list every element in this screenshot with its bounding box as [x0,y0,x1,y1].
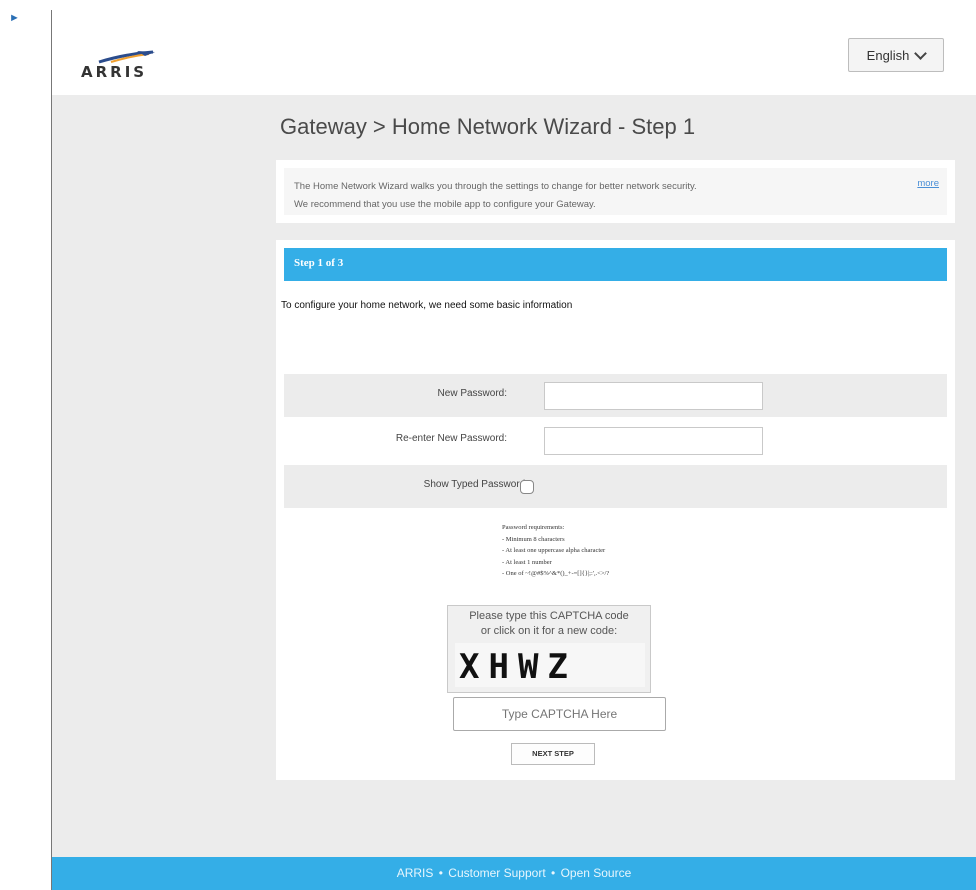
requirement-item: - At least one uppercase alpha character [502,547,606,554]
step-description: To configure your home network, we need … [281,300,573,311]
step-banner: Step 1 of 3 [284,248,947,281]
intro-text: The Home Network Wizard walks you throug… [294,178,697,214]
wizard-card: Step 1 of 3 To configure your home netwo… [276,240,955,780]
intro-inner: The Home Network Wizard walks you throug… [284,168,947,215]
language-label: English [866,47,910,63]
captcha-image[interactable]: XHWZ [455,643,645,687]
footer-links: ARRIS • Customer Support • Open Source [52,866,976,880]
requirement-item: - Minimum 8 characters [502,535,565,543]
left-gutter: ► [0,0,52,890]
reenter-password-input[interactable] [544,427,763,455]
intro-line-1: The Home Network Wizard walks you throug… [294,181,697,192]
footer-link-arris[interactable]: ARRIS [397,866,434,880]
new-password-input[interactable] [544,382,763,410]
reenter-password-label: Re-enter New Password: [395,433,507,444]
footer: ARRIS • Customer Support • Open Source [52,857,976,890]
chevron-down-icon [914,46,928,60]
footer-separator: • [438,866,443,880]
new-password-label: New Password: [437,388,507,399]
arris-logo: ARRIS [81,50,171,81]
footer-link-open-source[interactable]: Open Source [561,866,632,880]
more-link[interactable]: more [917,178,939,189]
reenter-password-row: Re-enter New Password: [284,419,947,462]
next-step-button[interactable]: NEXT STEP [511,743,595,765]
captcha-caption-line-1: Please type this CAPTCHA code [469,610,629,622]
show-password-label: Show Typed Password: [423,479,528,490]
requirement-item: - One of ~!@#$%^&*()_+-=[]{}|;:',.<>/? [502,570,610,577]
page-title: Gateway > Home Network Wizard - Step 1 [280,114,696,139]
requirements-heading: Password requirements: [502,524,565,531]
captcha-caption-line-2: or click on it for a new code: [480,625,618,637]
footer-separator: • [551,866,556,880]
language-select[interactable]: English [848,38,944,72]
show-password-checkbox[interactable] [520,480,534,494]
footer-link-customer-support[interactable]: Customer Support [448,866,545,880]
show-password-row: Show Typed Password: [284,465,947,508]
password-requirements: Password requirements: - Minimum 8 chara… [502,522,609,580]
captcha-panel: Please type this CAPTCHA code or click o… [447,605,651,693]
new-password-row: New Password: [284,374,947,417]
logo-swoosh-icon [98,50,155,64]
intro-panel: The Home Network Wizard walks you throug… [276,160,955,223]
step-label: Step 1 of 3 [294,257,344,269]
expand-arrow-icon[interactable]: ► [9,12,20,24]
captcha-code: XHWZ [459,647,577,687]
intro-line-2: We recommend that you use the mobile app… [294,199,596,210]
captcha-caption: Please type this CAPTCHA code or click o… [448,609,650,639]
logo-text: ARRIS [81,63,148,81]
captcha-input[interactable] [453,697,666,731]
requirement-item: - At least 1 number [502,558,552,566]
header: ARRIS English [52,0,976,95]
